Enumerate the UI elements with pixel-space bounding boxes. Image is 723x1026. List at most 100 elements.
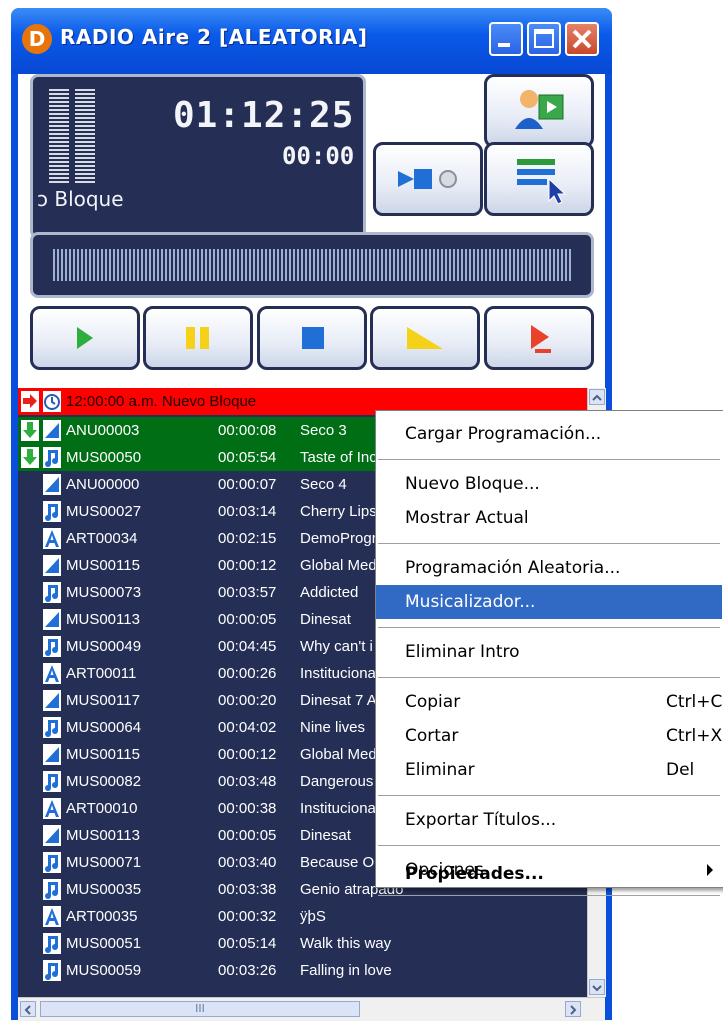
item-duration: 00:00:20	[218, 692, 277, 709]
scroll-right-button[interactable]	[565, 1001, 581, 1017]
chevron-right-icon	[570, 1005, 577, 1015]
title-bar[interactable]: D RADIO Aire 2 [ALEATORIA]	[11, 8, 612, 74]
context-menu: Cargar Programación... Nuevo Bloque... Mos…	[375, 410, 723, 896]
menu-separator	[378, 845, 720, 846]
jingle-icon	[43, 744, 61, 765]
item-code: MUS00071	[66, 854, 142, 871]
menu-item[interactable]: Propiedades...	[376, 857, 722, 891]
user-button[interactable]	[484, 74, 594, 148]
progress-bar	[53, 249, 573, 281]
scroll-down-button[interactable]	[589, 979, 605, 995]
menu-item-label: Copiar	[405, 692, 461, 712]
menu-item[interactable]: Exportar Títulos...	[376, 803, 722, 837]
menu-separator	[378, 543, 720, 544]
item-duration: 00:00:05	[218, 827, 277, 844]
horizontal-scrollbar[interactable]: III	[18, 997, 605, 1021]
horizontal-scroll-thumb[interactable]: III	[40, 1001, 360, 1017]
item-duration: 00:02:15	[218, 530, 277, 547]
menu-item[interactable]: Nuevo Bloque...	[376, 467, 722, 501]
item-code: MUS00035	[66, 881, 142, 898]
item-title: Global Med	[300, 557, 377, 574]
transport-controls	[30, 306, 594, 370]
vu-meter-right	[75, 89, 95, 183]
item-code: ART00035	[66, 908, 138, 925]
menu-item-label: Programación Aleatoria...	[405, 558, 621, 578]
app-icon[interactable]: D	[22, 24, 52, 54]
menu-item-label: Cortar	[405, 726, 459, 746]
menu-item[interactable]: Cargar Programación...	[376, 417, 722, 451]
chevron-down-icon	[592, 985, 602, 992]
item-code: ANU00003	[66, 422, 140, 439]
stop-button[interactable]	[257, 306, 367, 370]
item-duration: 00:00:26	[218, 665, 277, 682]
item-duration: 00:00:38	[218, 800, 277, 817]
item-title: Dinesat	[300, 611, 351, 628]
item-title: Walk this way	[300, 935, 392, 952]
item-duration: 00:00:32	[218, 908, 277, 925]
play-button[interactable]	[30, 306, 140, 370]
item-title: Addicted	[300, 584, 359, 601]
item-code: MUS00051	[66, 935, 142, 952]
item-code: MUS00073	[66, 584, 142, 601]
music-note-icon	[43, 636, 61, 657]
item-title: Institucional	[300, 800, 380, 817]
playlist-row[interactable]: MUS00051 00:05:14 Walk this way	[18, 930, 587, 957]
menu-item-shortcut: Ctrl+C	[666, 692, 723, 712]
menu-item[interactable]: Programación Aleatoria...	[376, 551, 722, 585]
item-code: MUS00113	[66, 611, 140, 628]
jingle-icon	[43, 825, 61, 846]
art-letter-icon	[43, 663, 61, 684]
music-note-icon	[43, 852, 61, 873]
fade-button[interactable]	[370, 306, 480, 370]
skip-next-button[interactable]	[484, 306, 594, 370]
item-duration: 00:03:38	[218, 881, 277, 898]
music-note-icon	[43, 771, 61, 792]
clock-icon	[43, 391, 61, 412]
menu-item-label: Mostrar Actual	[405, 508, 529, 528]
art-letter-icon	[43, 528, 61, 549]
jingle-icon	[43, 690, 61, 711]
playlist-row[interactable]: MUS00059 00:03:26 Falling in love	[18, 957, 587, 984]
item-code: MUS00064	[66, 719, 142, 736]
close-button[interactable]	[565, 22, 599, 56]
item-code: MUS00113	[66, 827, 140, 844]
menu-item[interactable]: Musicalizador...	[376, 585, 722, 619]
block-header-label: 12:00:00 a.m. Nuevo Bloque	[66, 393, 257, 410]
menu-item[interactable]: Copiar Ctrl+C	[376, 685, 722, 719]
minimize-button[interactable]	[489, 22, 523, 56]
scroll-up-button[interactable]	[589, 389, 605, 405]
close-icon	[572, 29, 592, 49]
menu-item[interactable]: Cortar Ctrl+X	[376, 719, 722, 753]
menu-item[interactable]: Mostrar Actual	[376, 501, 722, 535]
item-title: Falling in love	[300, 962, 392, 979]
jingle-icon	[43, 555, 61, 576]
skip-next-icon	[531, 325, 551, 353]
music-note-icon	[43, 582, 61, 603]
select-item-button[interactable]	[484, 142, 594, 216]
menu-item[interactable]: Eliminar Del	[376, 753, 722, 787]
playlist-row[interactable]: ART00035 00:00:32 ÿþS	[18, 903, 587, 930]
menu-item-label: Eliminar Intro	[405, 642, 520, 662]
jingle-icon	[43, 420, 61, 441]
maximize-button[interactable]	[527, 22, 561, 56]
item-duration: 00:05:54	[218, 449, 277, 466]
item-title: DemoProgr	[300, 530, 377, 547]
menu-separator	[378, 459, 720, 460]
menu-item-label: Cargar Programación...	[405, 424, 602, 444]
item-duration: 00:03:48	[218, 773, 277, 790]
user-play-icon	[515, 90, 564, 129]
menu-item-label: Musicalizador...	[405, 592, 536, 612]
item-duration: 00:05:14	[218, 935, 277, 952]
item-code: ART00011	[66, 665, 137, 682]
menu-item-label: Propiedades...	[405, 864, 544, 884]
item-code: ART00034	[66, 530, 138, 547]
item-code: MUS00115	[66, 746, 140, 763]
menu-item[interactable]: Eliminar Intro	[376, 635, 722, 669]
pause-button[interactable]	[143, 306, 253, 370]
music-note-icon	[43, 447, 61, 468]
item-title: Cherry Lips	[300, 503, 377, 520]
music-note-icon	[43, 960, 61, 981]
play-next-button[interactable]	[373, 142, 483, 216]
music-note-icon	[43, 933, 61, 954]
scroll-left-button[interactable]	[20, 1001, 36, 1017]
